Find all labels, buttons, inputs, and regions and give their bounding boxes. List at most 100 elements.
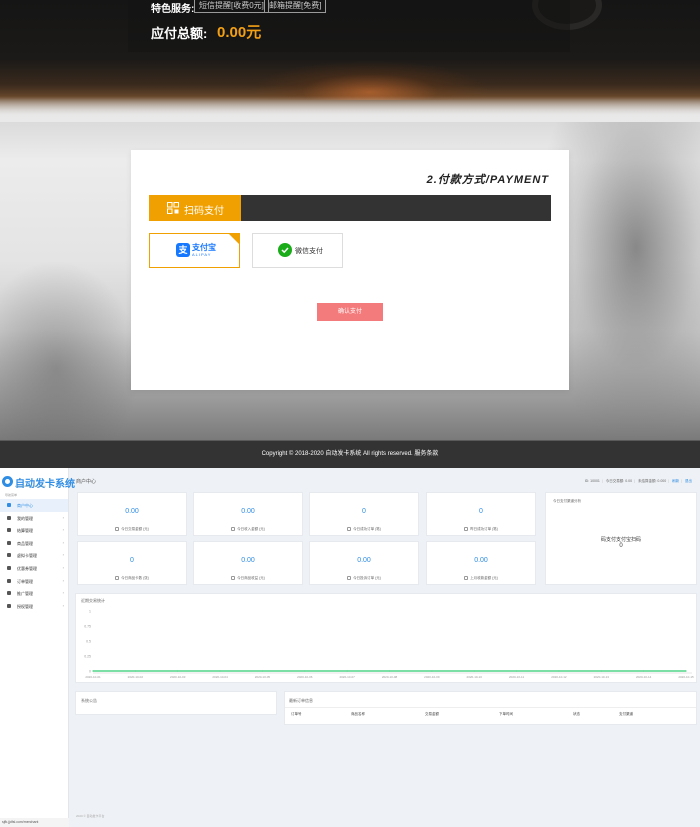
payment-channel-card: 今日支付渠道分析 码支付支付宝扫码 0 — [545, 492, 697, 585]
column-header: 商品名称 — [351, 712, 365, 716]
y-tick-label: 0 — [89, 670, 91, 674]
checkout-page: 特色服务: 短信提醒[收费0元] 邮箱提醒[免费] 应付总额: 0.00元 2.… — [0, 0, 700, 468]
stat-card: 0.00 今日投诉订单 (元) — [309, 541, 419, 585]
payment-channel-label: 码支付支付宝扫码 — [600, 537, 641, 543]
chevron-right-icon: › — [62, 602, 64, 608]
chevron-right-icon: › — [62, 577, 64, 583]
wechat-pay-option[interactable]: 微信支付 — [252, 233, 343, 268]
sidebar-item[interactable]: 结算管理 › — [0, 524, 68, 537]
data-point — [219, 670, 221, 672]
payment-channel-value: 0 — [619, 543, 623, 549]
stat-icon — [347, 576, 352, 581]
data-point — [177, 670, 179, 672]
menu-item-icon — [7, 565, 11, 570]
sidebar-item[interactable]: 我的管理 › — [0, 512, 68, 525]
stat-icon — [464, 576, 469, 581]
today-amount: 今日交易额: 0.00 — [605, 479, 633, 483]
header-stats: ID: 10001 | 今日交易额: 0.00 | 未结算金额: 0.000 | 刷新… — [584, 479, 692, 483]
sidebar-item[interactable]: 商品管理 › — [0, 537, 68, 550]
wechat-pay-label: 微信支付 — [295, 248, 323, 255]
tab-scan-pay[interactable]: 扫码支付 — [149, 195, 241, 221]
wechat-pay-icon — [278, 243, 292, 257]
stat-label: 今日收入金额 (元) — [237, 527, 265, 531]
x-tick-label: 2020-10-10 — [467, 675, 483, 679]
x-tick-label: 2020-10-07 — [339, 675, 355, 679]
data-point — [473, 670, 475, 672]
sms-reminder-option[interactable]: 短信提醒[收费0元] — [194, 0, 269, 13]
stat-label: 今日交易金额 (元) — [121, 527, 149, 531]
chevron-right-icon: › — [62, 514, 64, 520]
stat-label: 昨日成功订单 (笔) — [470, 527, 498, 531]
sidebar-item[interactable]: 商户中心 — [0, 499, 68, 512]
alipay-icon: 支 — [176, 243, 190, 257]
stat-card: 0.00 今日商品收益 (元) — [193, 541, 303, 585]
chevron-right-icon: › — [62, 527, 64, 533]
sidebar-item-label: 商户中心 — [17, 503, 33, 508]
data-point — [92, 670, 94, 672]
payment-tab-bar: 扫码支付 — [149, 195, 551, 221]
selected-corner-badge — [229, 234, 239, 244]
alipay-option[interactable]: 支 支付宝 ALIPAY — [149, 233, 240, 268]
stat-label: 今日成功订单 (笔) — [353, 527, 381, 531]
data-point — [388, 670, 391, 672]
data-point — [515, 670, 518, 672]
sidebar-item-label: 虚拟卡管理 — [17, 553, 37, 559]
stat-card: 0 昨日成功订单 (笔) — [426, 492, 536, 536]
chevron-right-icon: › — [62, 539, 64, 545]
stat-card: 0 今日成功订单 (笔) — [309, 492, 419, 536]
service-label: 特色服务: — [151, 4, 195, 15]
logo-subtext: AUTO SHIPPING CARD SYSTEM — [15, 486, 46, 488]
refresh-link[interactable]: 刷新 — [672, 479, 679, 483]
chevron-right-icon: › — [62, 552, 64, 558]
stat-value: 0.00 — [357, 557, 371, 564]
data-point — [304, 670, 306, 672]
latest-orders-card: 最新订单信息 订单号 商品名称 交易金额 下单时间 状态 支付渠道 — [284, 691, 697, 725]
x-tick-label: 2020-10-14 — [636, 675, 652, 679]
brush-stroke-divider — [0, 96, 700, 122]
menu-item-icon — [7, 578, 11, 583]
data-point — [261, 670, 264, 672]
sidebar-item[interactable]: 推广管理 › — [0, 587, 68, 600]
stat-value: 0.00 — [125, 508, 139, 515]
copyright-footer: Copyright © 2018-2020 自动发卡系统 All rights … — [0, 441, 700, 468]
data-point — [558, 670, 560, 672]
data-point — [346, 670, 348, 672]
column-header: 交易金额 — [425, 712, 439, 716]
menu-item-icon — [7, 503, 11, 507]
stat-card: 0 今日商品卡数 (张) — [77, 541, 187, 585]
sidebar-item[interactable]: 授权管理 › — [0, 600, 68, 613]
sidebar-item-label: 订单管理 — [17, 578, 33, 584]
merchant-id: ID: 10001 — [584, 479, 600, 483]
sidebar-item[interactable]: 虚拟卡管理 › — [0, 549, 68, 562]
column-header: 状态 — [573, 712, 580, 716]
chevron-right-icon: › — [62, 564, 64, 570]
qr-code-icon — [167, 202, 179, 214]
trades-line-chart: 1 0.75 0.5 0.25 02020-10-01 2020-10-02 2020-10… — [84, 610, 694, 680]
sidebar-item-label: 优惠券管理 — [17, 565, 37, 571]
payment-card: 2.付款方式/PAYMENT 扫码支付 支 支付宝 ALIPAY 微信支付 确认… — [131, 150, 569, 390]
email-reminder-option[interactable]: 邮箱提醒[免费] — [264, 0, 327, 13]
total-label: 应付总额: — [151, 26, 208, 41]
data-point — [431, 670, 433, 672]
chevron-right-icon: › — [62, 590, 64, 596]
background-embers — [250, 60, 490, 100]
data-point — [600, 670, 602, 672]
recent-trades-chart-card: 近期交易统计 1 0.75 0.5 0.25 0 2020-10-01 2020-10-02… — [75, 593, 697, 683]
sidebar-item[interactable]: 优惠券管理 › — [0, 562, 68, 575]
latest-orders-title: 最新订单信息 — [289, 698, 313, 703]
confirm-payment-button[interactable]: 确认支付 — [317, 303, 383, 321]
background-scene-image — [0, 260, 140, 440]
alipay-sub-label: ALIPAY — [192, 252, 212, 257]
status-url: sjfk.jjdfsl.com/merchant — [0, 818, 69, 827]
menu-item-icon — [7, 528, 11, 533]
stat-label: 今日商品卡数 (张) — [121, 576, 149, 580]
divider — [285, 707, 696, 708]
x-tick-label: 2020-10-03 — [170, 675, 186, 679]
app-logo[interactable]: 自动发卡系统 AUTO SHIPPING CARD SYSTEM — [2, 474, 75, 490]
stat-label: 上月收款金额 (元) — [470, 576, 498, 580]
sidebar-item-label: 推广管理 — [17, 591, 33, 597]
sidebar-item[interactable]: 订单管理 › — [0, 575, 68, 588]
logout-link[interactable]: 退出 — [685, 479, 692, 483]
y-tick-label: 0.5 — [86, 640, 91, 644]
tab-scan-pay-label: 扫码支付 — [184, 206, 224, 217]
